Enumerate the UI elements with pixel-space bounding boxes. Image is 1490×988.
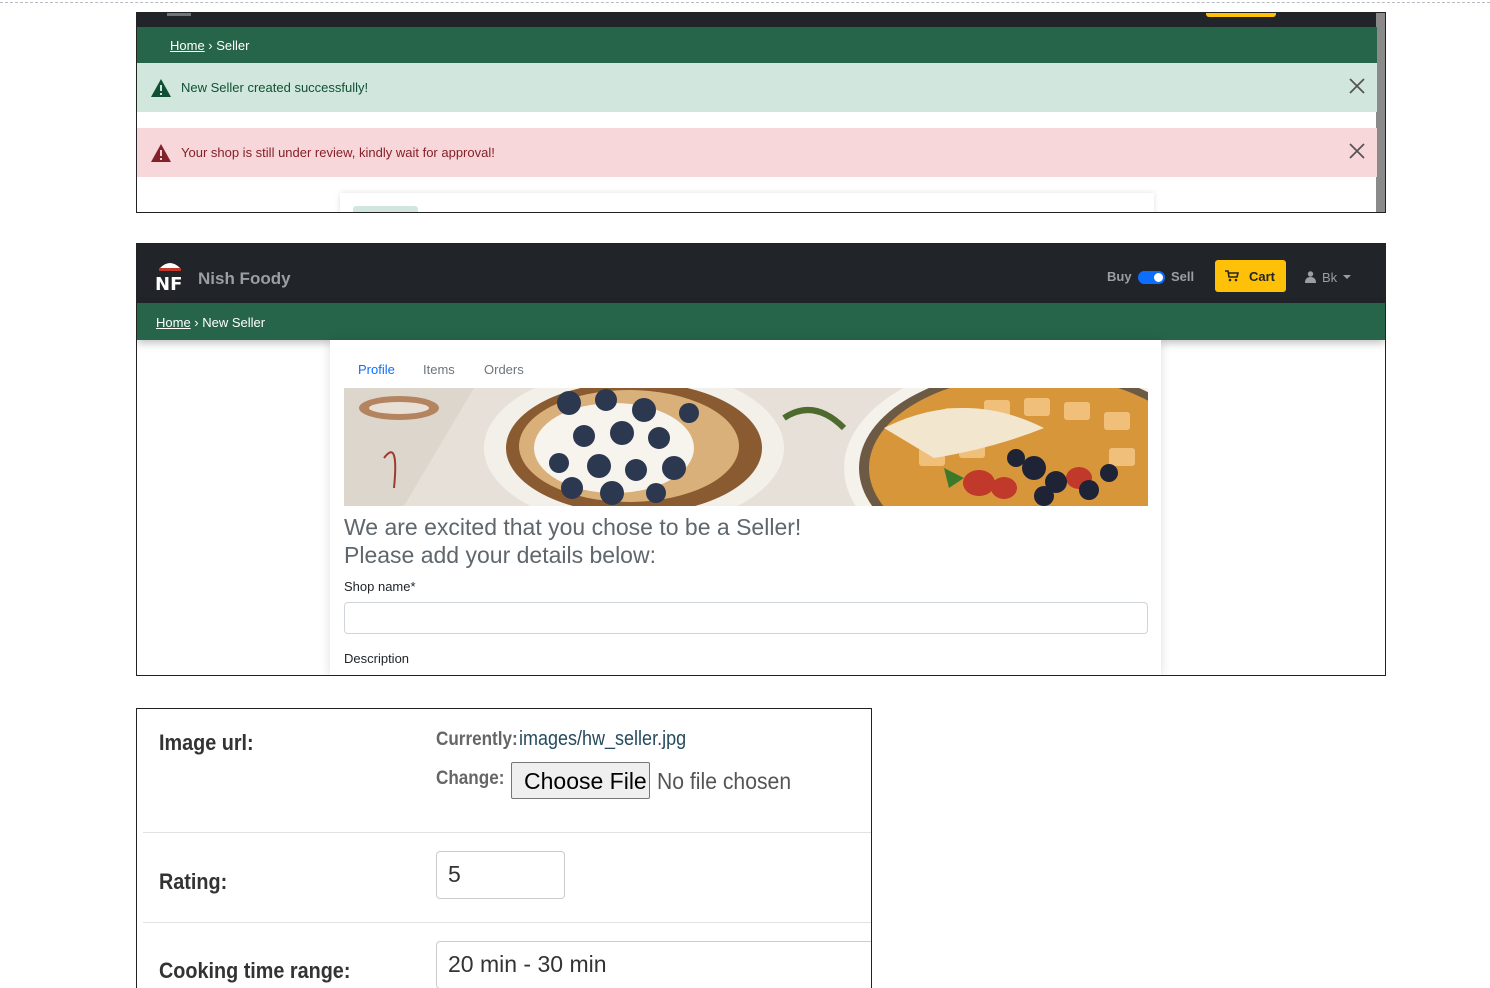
navbar: NF Nish Foody Buy Sell Cart Bk xyxy=(137,244,1385,303)
rating-label: Rating: xyxy=(159,869,228,894)
user-menu-dropdown[interactable]: Bk xyxy=(1305,270,1355,286)
screenshot-panel-new-seller: NF Nish Foody Buy Sell Cart Bk Home › Ne… xyxy=(136,243,1386,676)
breadcrumb-current: Seller xyxy=(216,38,250,53)
tab-items[interactable]: Items xyxy=(423,362,455,377)
choose-file-button[interactable]: Choose File xyxy=(511,762,650,799)
alert-danger-message: Your shop is still under review, kindly … xyxy=(181,145,495,160)
toggle-knob xyxy=(1154,273,1163,282)
toggle-sell-label: Sell xyxy=(1171,269,1195,284)
breadcrumb: Home › Seller xyxy=(137,27,1377,63)
brand-logo-cropped xyxy=(167,13,191,16)
row-divider xyxy=(143,922,871,923)
cart-button[interactable]: Cart xyxy=(1215,260,1286,292)
change-label: Change: xyxy=(436,768,505,789)
tab-orders[interactable]: Orders xyxy=(484,362,524,377)
shop-name-input[interactable] xyxy=(344,602,1148,634)
buy-sell-toggle[interactable] xyxy=(1138,271,1165,284)
user-name: Bk xyxy=(1322,270,1338,285)
currently-label: Currently: xyxy=(436,729,518,750)
alert-success-close-icon[interactable] xyxy=(1346,75,1368,97)
user-icon xyxy=(1305,271,1316,283)
tab-profile-cropped[interactable] xyxy=(353,206,418,212)
image-url-label: Image url: xyxy=(159,730,254,755)
shop-banner-image xyxy=(344,388,1148,506)
warning-triangle-icon xyxy=(151,144,171,162)
current-image-link[interactable]: images/hw_seller.jpg xyxy=(519,728,686,751)
scrollbar[interactable] xyxy=(1376,13,1385,212)
breadcrumb: Home › New Seller xyxy=(137,303,1385,340)
row-divider xyxy=(143,832,871,833)
content-card-cropped xyxy=(340,193,1154,212)
alert-danger: Your shop is still under review, kindly … xyxy=(137,128,1377,177)
breadcrumb-home-link[interactable]: Home xyxy=(156,315,191,330)
screenshot-panel-alerts: Home › Seller New Seller created success… xyxy=(136,12,1386,213)
brand-logo-icon[interactable]: NF xyxy=(153,260,187,292)
navbar-cropped xyxy=(137,13,1377,27)
alert-success-message: New Seller created successfully! xyxy=(181,80,369,95)
alert-success: New Seller created successfully! xyxy=(137,63,1377,112)
warning-triangle-icon xyxy=(151,79,171,97)
screenshot-panel-admin-form: Image url: Currently: images/hw_seller.j… xyxy=(136,708,872,988)
tab-profile[interactable]: Profile xyxy=(358,362,395,377)
cart-icon xyxy=(1225,270,1239,282)
welcome-heading-line-1: We are excited that you chose to be a Se… xyxy=(344,514,802,540)
alert-danger-close-icon[interactable] xyxy=(1346,140,1368,162)
chevron-down-icon xyxy=(1343,275,1351,279)
svg-text:NF: NF xyxy=(155,274,182,292)
brand-name[interactable]: Nish Foody xyxy=(198,269,291,289)
no-file-chosen-text: No file chosen xyxy=(657,768,792,794)
breadcrumb-separator: › xyxy=(190,315,203,330)
cart-button-cropped[interactable] xyxy=(1206,13,1276,17)
rating-input[interactable]: 5 xyxy=(436,851,565,899)
shop-name-label: Shop name* xyxy=(344,579,416,594)
cooking-time-range-input[interactable]: 20 min - 30 min xyxy=(436,941,871,988)
welcome-heading: We are excited that you chose to be a Se… xyxy=(344,513,801,569)
cart-button-label: Cart xyxy=(1249,269,1276,284)
seller-profile-card: Profile Items Orders We are excited that… xyxy=(330,340,1161,675)
welcome-heading-line-2: Please add your details below: xyxy=(344,542,656,568)
breadcrumb-current: New Seller xyxy=(202,315,266,330)
breadcrumb-separator: › xyxy=(204,38,217,53)
page-top-dashed-border xyxy=(0,2,1490,3)
description-label: Description xyxy=(344,651,410,666)
breadcrumb-home-link[interactable]: Home xyxy=(170,38,205,53)
cooking-time-range-label: Cooking time range: xyxy=(159,958,351,983)
toggle-buy-label: Buy xyxy=(1107,269,1132,284)
